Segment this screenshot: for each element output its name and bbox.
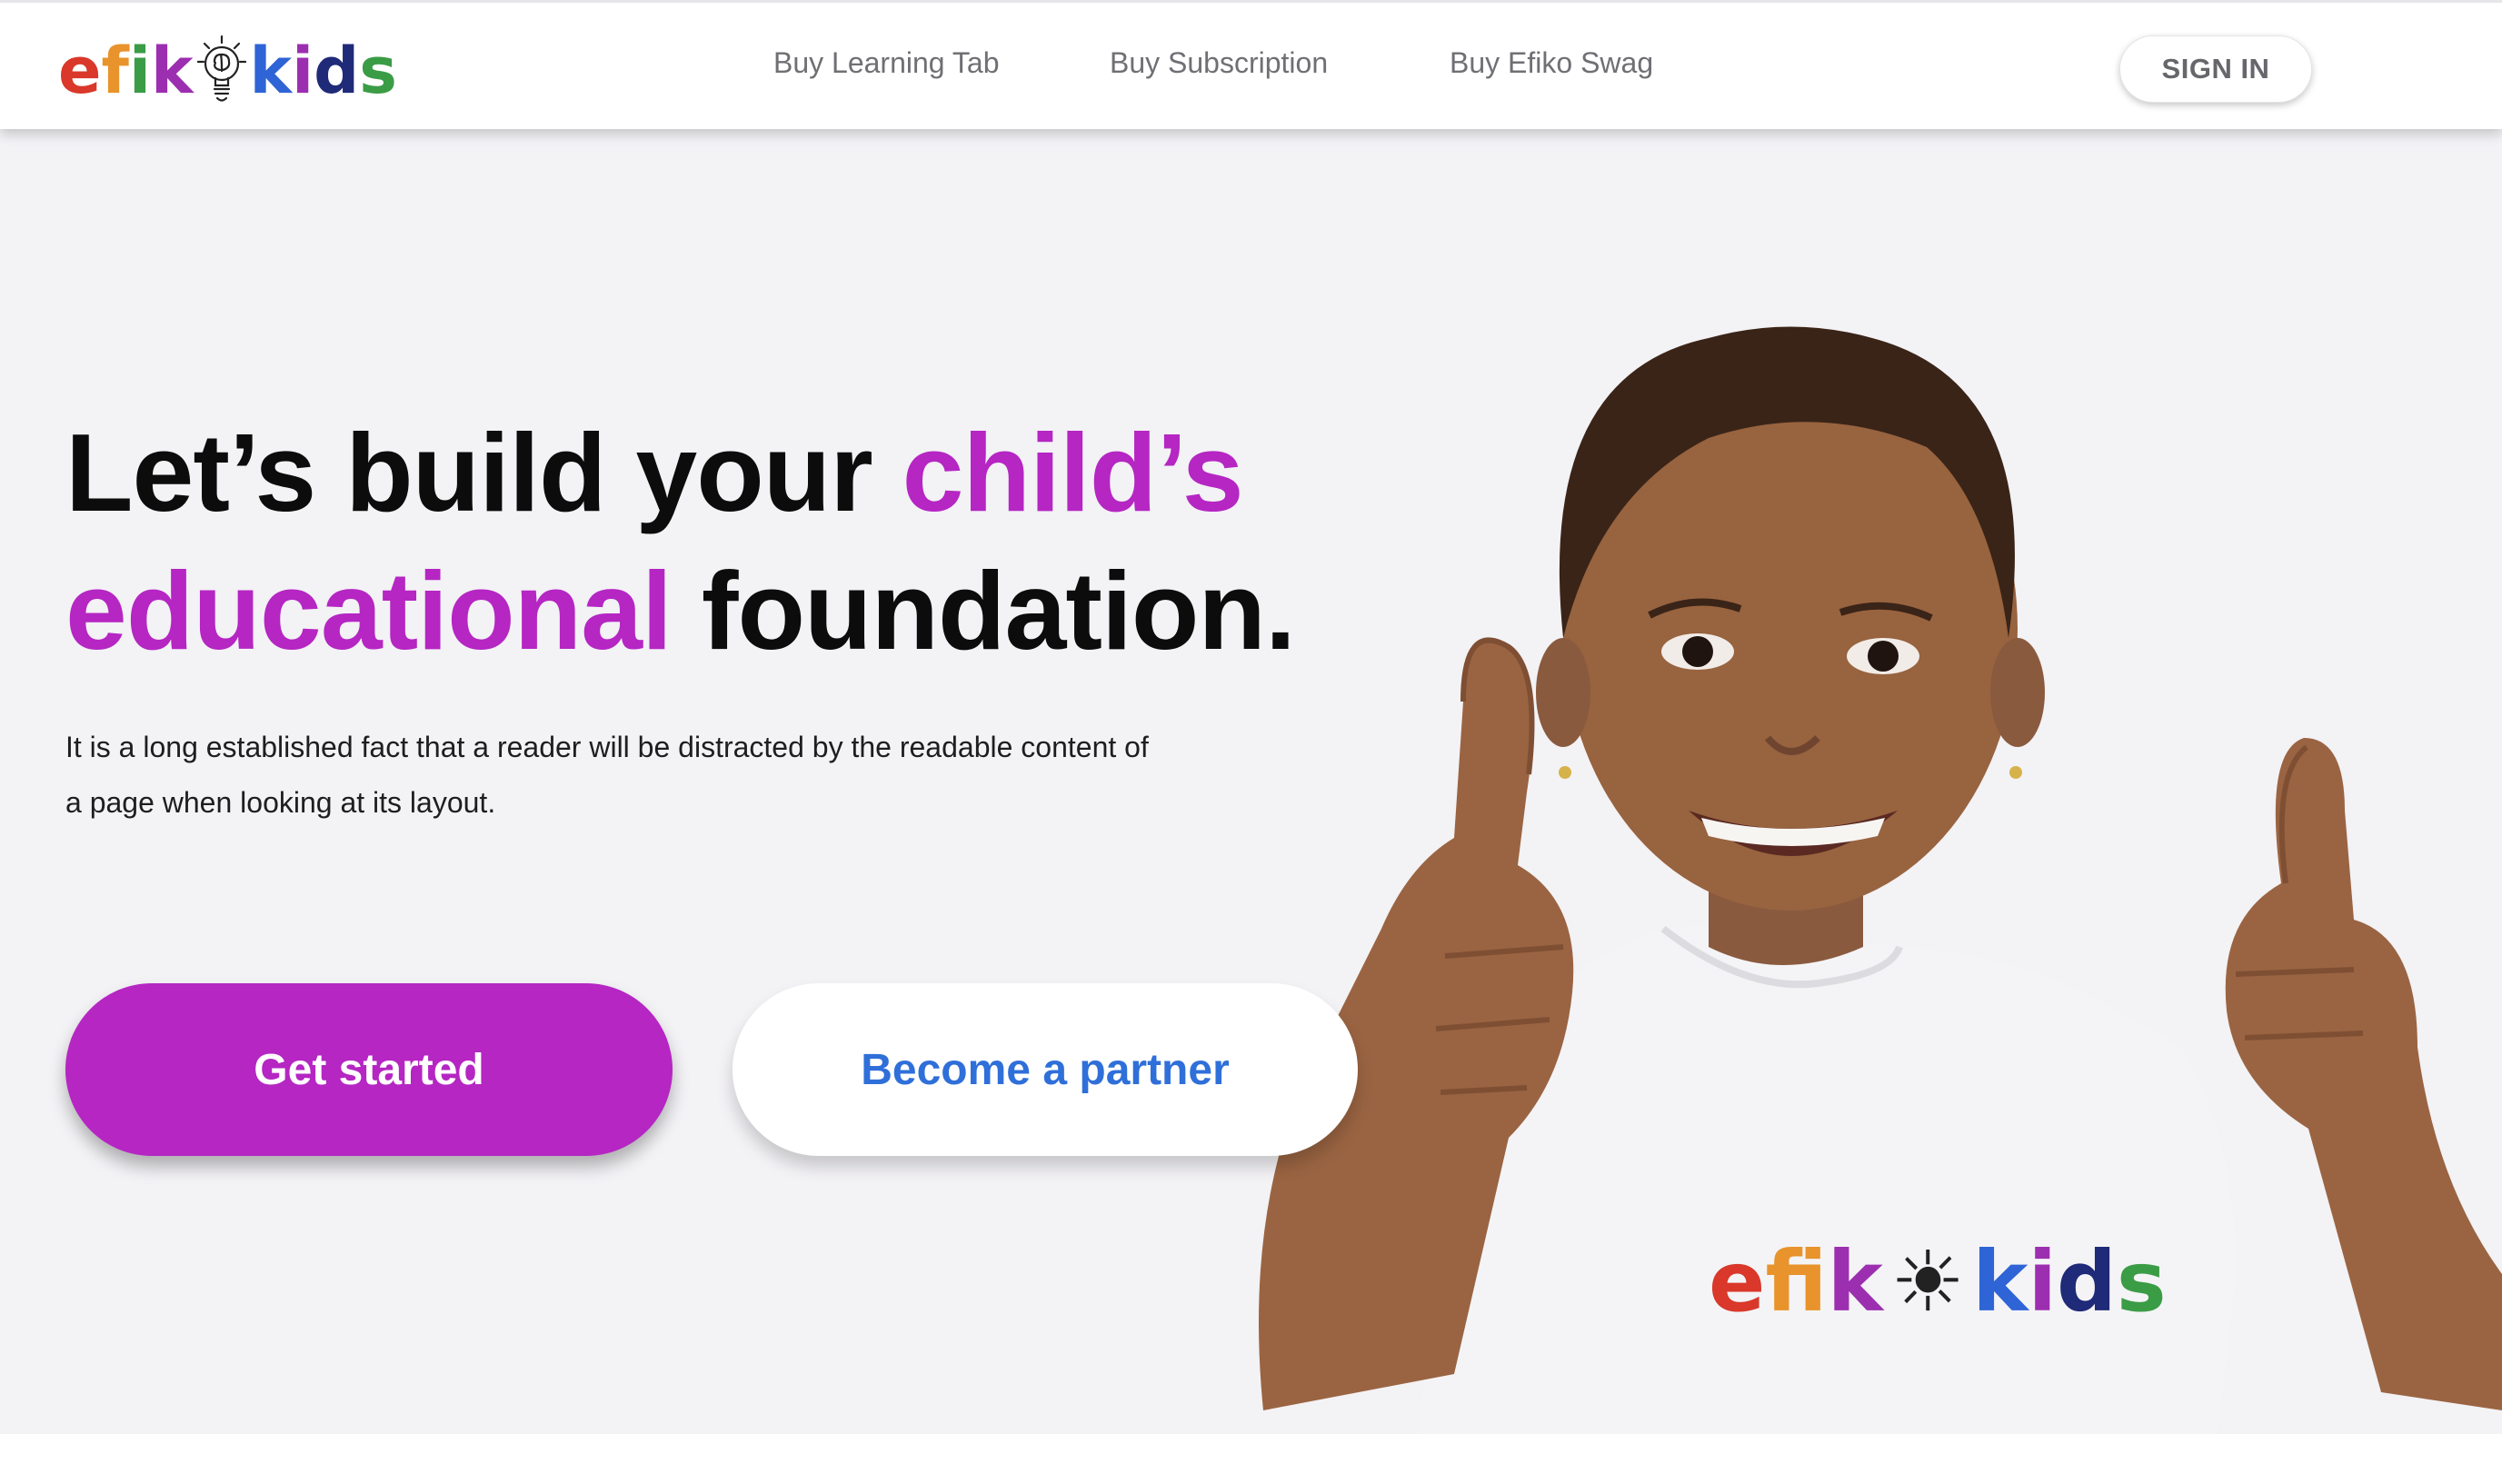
lightbulb-brain-icon — [196, 35, 246, 102]
hero-headline: Let’s build your child’s educational fou… — [65, 403, 1296, 680]
hero-section: Let’s build your child’s educational fou… — [0, 129, 2502, 1434]
top-navigation-bar: e f i k k i d s Buy Learning Tab Buy Sub… — [0, 0, 2502, 129]
get-started-button[interactable]: Get started — [65, 983, 673, 1156]
headline-text: foundation. — [671, 549, 1296, 672]
logo-letter: f — [101, 34, 129, 108]
headline-accent: child’s — [902, 411, 1244, 534]
nav-link-buy-subscription[interactable]: Buy Subscription — [1110, 46, 1328, 80]
headline-accent: educational — [65, 549, 673, 672]
nav-link-buy-efiko-swag[interactable]: Buy Efiko Swag — [1450, 46, 1653, 80]
headline-text: Let’s build your — [65, 411, 902, 534]
nav-link-buy-learning-tab[interactable]: Buy Learning Tab — [773, 46, 999, 80]
sign-in-button[interactable]: SIGN IN — [2119, 35, 2312, 103]
logo-letter: s — [359, 34, 397, 108]
logo-letter: i — [292, 34, 314, 108]
logo-letter: k — [150, 34, 194, 108]
hero-description: It is a long established fact that a rea… — [65, 731, 1149, 819]
efiko-kids-logo[interactable]: e f i k k i d s — [58, 30, 397, 112]
shirt-logo-text: efik☀kids — [1709, 1233, 2167, 1330]
logo-letter: d — [314, 34, 360, 108]
become-partner-button[interactable]: Become a partner — [733, 983, 1358, 1156]
logo-letter: i — [128, 34, 151, 108]
logo-letter: k — [249, 34, 293, 108]
child-thumbs-up-photo: efik☀kids — [1259, 326, 2502, 1434]
logo-letter: e — [58, 34, 102, 108]
